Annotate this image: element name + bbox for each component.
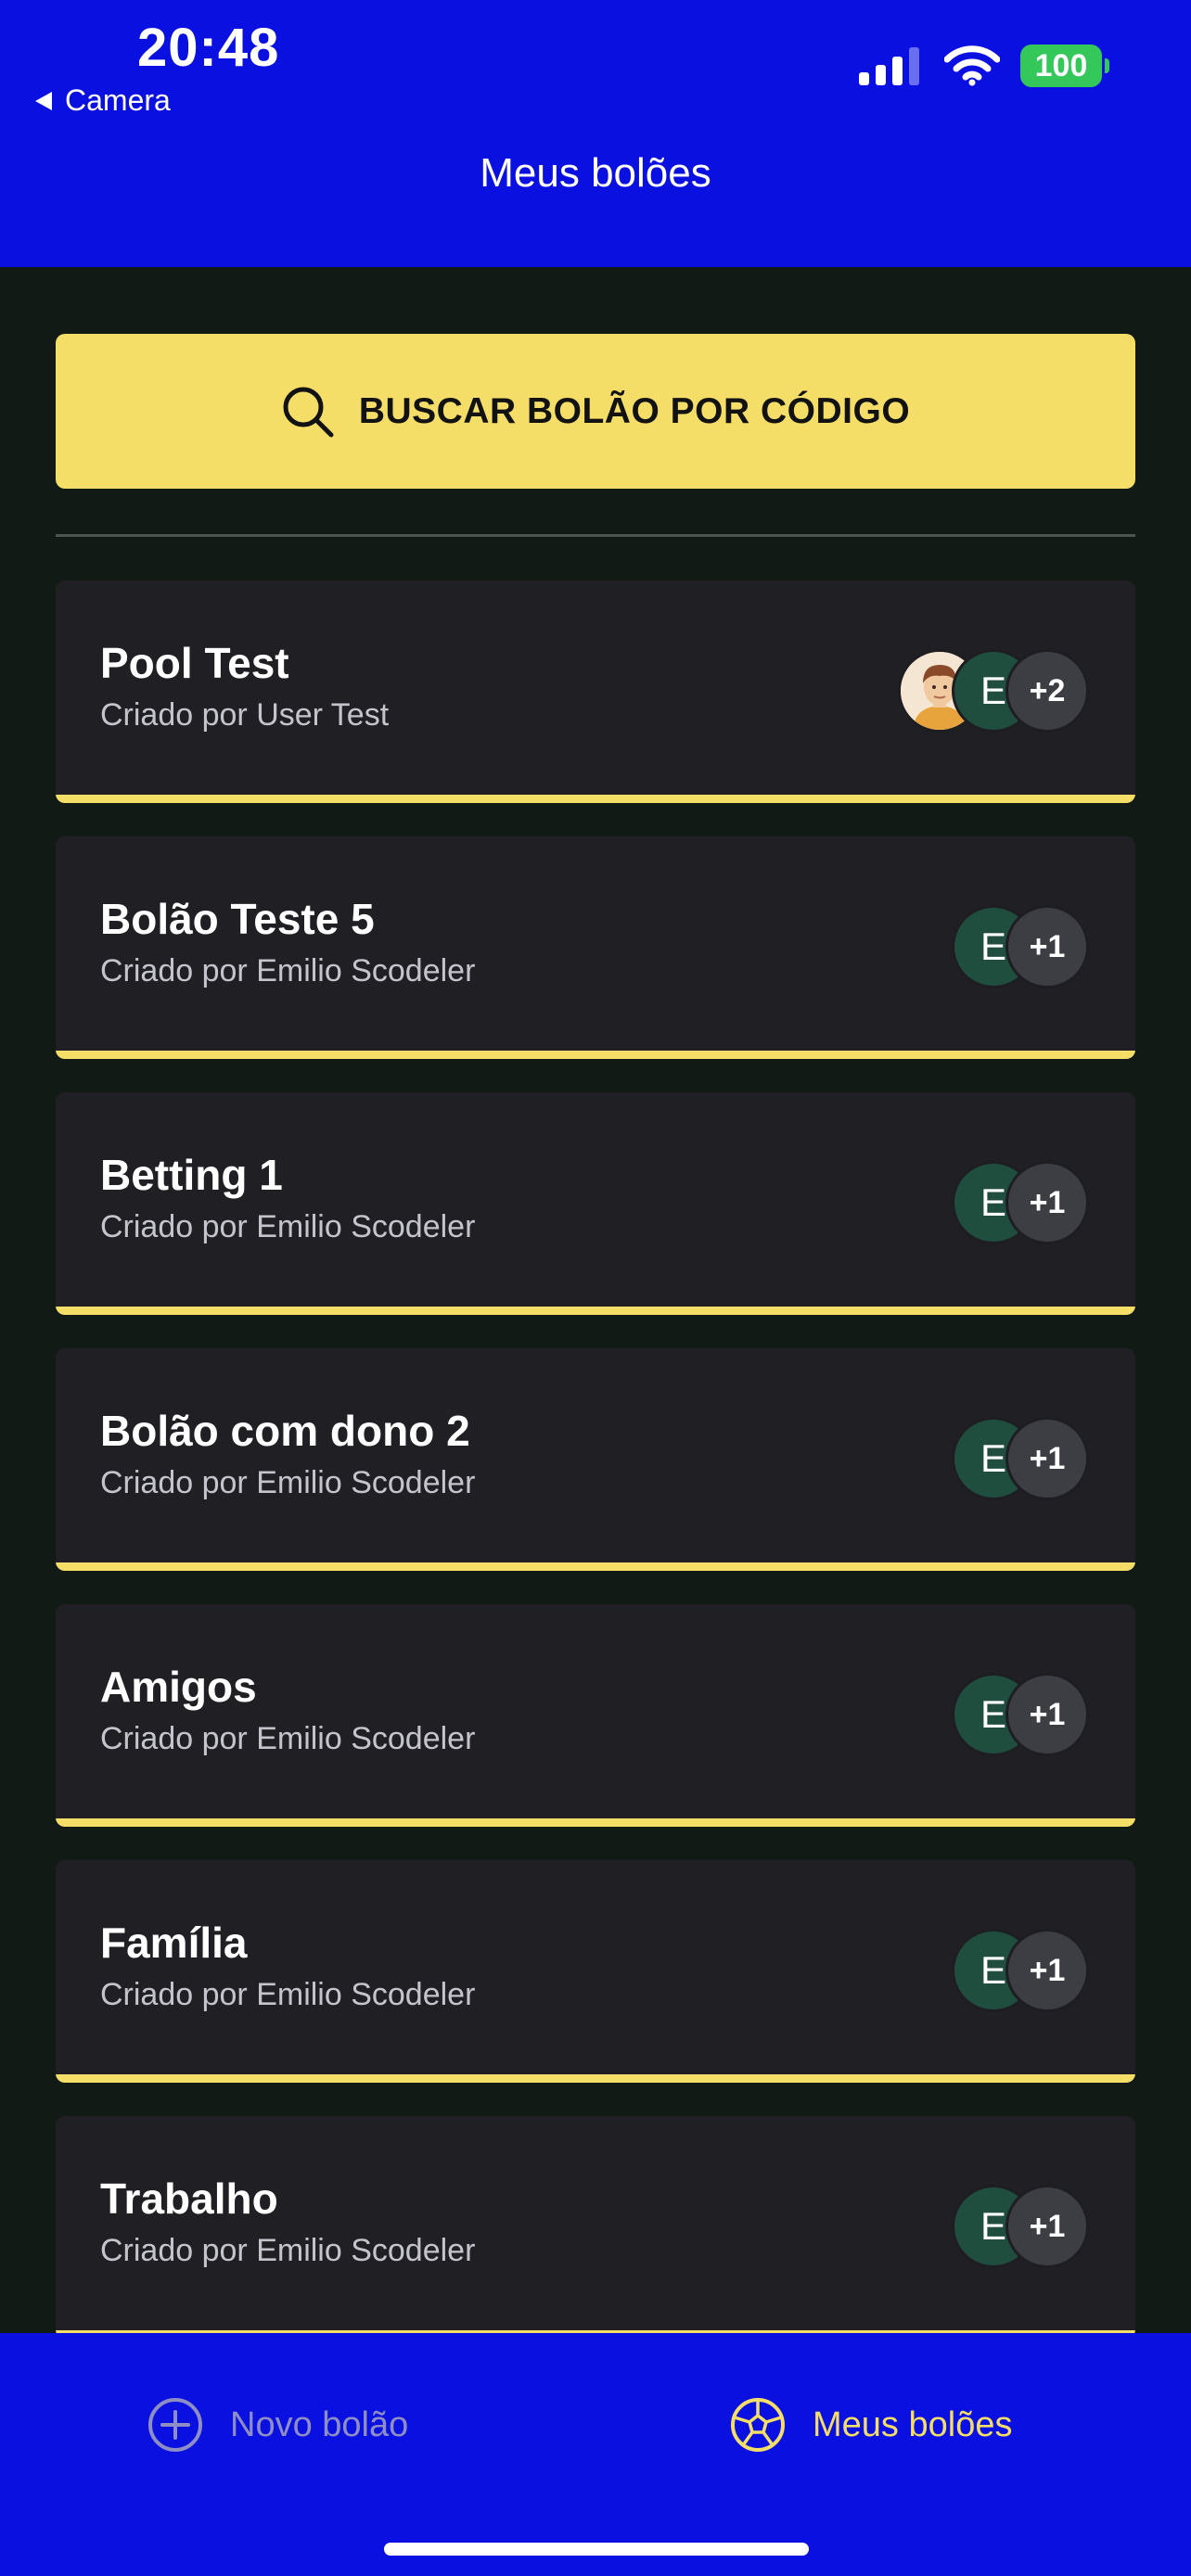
status-icons: 100 [859,45,1109,87]
divider [56,534,1135,537]
participant-avatars: E +1 [952,2183,1089,2270]
wifi-icon [944,45,1000,86]
tab-my-pools[interactable]: Meus bolões [729,2396,1012,2454]
pool-owner: Criado por Emilio Scodeler [100,953,476,988]
back-to-camera-button[interactable]: Camera [33,83,171,118]
pool-card[interactable]: Bolão com dono 2 Criado por Emilio Scode… [56,1348,1135,1571]
extra-participants-count: +2 [1005,649,1089,733]
pool-owner: Criado por Emilio Scodeler [100,1977,476,2012]
pool-title: Betting 1 [100,1151,283,1199]
pool-card[interactable]: Pool Test Criado por User Test E +2 [56,580,1135,803]
page-title: Meus bolões [480,150,711,196]
extra-participants-count: +1 [1005,1417,1089,1500]
pool-card[interactable]: Bolão Teste 5 Criado por Emilio Scodeler… [56,836,1135,1059]
search-icon [283,387,334,437]
extra-participants-count: +1 [1005,1929,1089,2012]
extra-participants-count: +1 [1005,905,1089,988]
pool-card[interactable]: Trabalho Criado por Emilio Scodeler E +1 [56,2116,1135,2333]
tab-new-pool[interactable]: Novo bolão [147,2396,408,2454]
back-arrow-icon [35,91,52,110]
search-button-label: BUSCAR BOLÃO POR CÓDIGO [358,390,911,431]
pool-owner: Criado por User Test [100,697,390,733]
pool-owner: Criado por Emilio Scodeler [100,2233,476,2268]
tab-new-pool-label: Novo bolão [230,2404,409,2444]
tab-my-pools-label: Meus bolões [813,2404,1013,2444]
battery-level: 100 [1034,47,1088,83]
pool-owner: Criado por Emilio Scodeler [100,1209,476,1244]
pool-title: Trabalho [100,2174,278,2223]
participant-avatars: E +1 [952,1159,1089,1246]
bottom-tab-bar: Novo bolão Meus bolões [0,2333,1191,2576]
pool-title: Família [100,1919,248,1967]
pool-card[interactable]: Família Criado por Emilio Scodeler E +1 [56,1860,1135,2083]
participant-avatars: E +1 [952,903,1089,990]
participant-avatars: E +1 [952,1671,1089,1758]
soccer-ball-icon [731,2398,785,2452]
cellular-signal-icon [859,47,919,85]
pool-title: Bolão com dono 2 [100,1407,470,1455]
back-app-label: Camera [65,83,171,117]
pool-title: Amigos [100,1663,257,1711]
pool-owner: Criado por Emilio Scodeler [100,1721,476,1756]
home-indicator[interactable] [384,2543,809,2556]
pool-title: Bolão Teste 5 [100,895,375,943]
pool-card[interactable]: Betting 1 Criado por Emilio Scodeler E +… [56,1092,1135,1315]
pool-title: Pool Test [100,639,289,687]
extra-participants-count: +1 [1005,2185,1089,2268]
participant-avatars: E +1 [952,1927,1089,2014]
search-pool-by-code-button[interactable]: BUSCAR BOLÃO POR CÓDIGO [56,334,1135,489]
plus-circle-icon [148,2398,202,2452]
battery-icon: 100 [1020,45,1109,87]
pool-list[interactable]: Pool Test Criado por User Test E +2 Bolã… [56,580,1135,2333]
status-time: 20:48 [137,18,280,78]
extra-participants-count: +1 [1005,1161,1089,1244]
top-header: 20:48 Camera 100 Meus bolões [0,0,1191,267]
pool-card[interactable]: Amigos Criado por Emilio Scodeler E +1 [56,1604,1135,1827]
extra-participants-count: +1 [1005,1673,1089,1756]
pool-owner: Criado por Emilio Scodeler [100,1465,476,1500]
participant-avatars: E +1 [952,1415,1089,1502]
participant-avatars: E +2 [898,647,1089,734]
